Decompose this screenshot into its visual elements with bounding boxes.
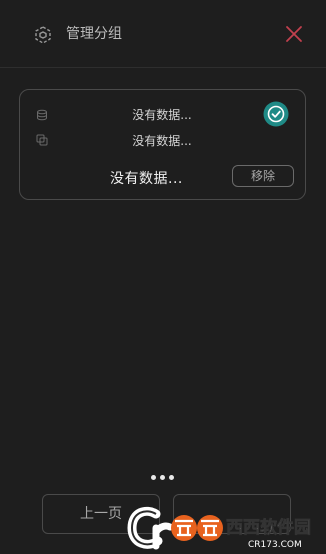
empty-data-text: 没有数据...: [110, 171, 183, 187]
watermark-site: CR173.COM: [248, 540, 302, 550]
page-dot[interactable]: [160, 475, 165, 480]
manage-groups-page: 管理分组 没有数据... 没有数据... 没有数据... 移除 上一页 西西软件…: [0, 0, 326, 554]
page-title: 管理分组: [66, 26, 122, 42]
remove-button[interactable]: 移除: [232, 165, 294, 187]
copy-icon: [36, 134, 48, 146]
row-text-2: 没有数据...: [132, 134, 192, 148]
group-cube-icon: [35, 26, 51, 44]
page-dot[interactable]: [151, 475, 156, 480]
header: 管理分组: [0, 0, 326, 68]
page-dot[interactable]: [169, 475, 174, 480]
pagination-dots: [150, 475, 176, 483]
database-icon: [37, 109, 47, 121]
group-card: 没有数据... 没有数据... 没有数据... 移除: [19, 89, 306, 200]
close-icon[interactable]: [284, 24, 304, 44]
next-page-button[interactable]: [173, 494, 291, 534]
row-text-1: 没有数据...: [132, 108, 192, 122]
check-circle-icon[interactable]: [263, 101, 289, 127]
prev-page-button[interactable]: 上一页: [42, 494, 160, 534]
